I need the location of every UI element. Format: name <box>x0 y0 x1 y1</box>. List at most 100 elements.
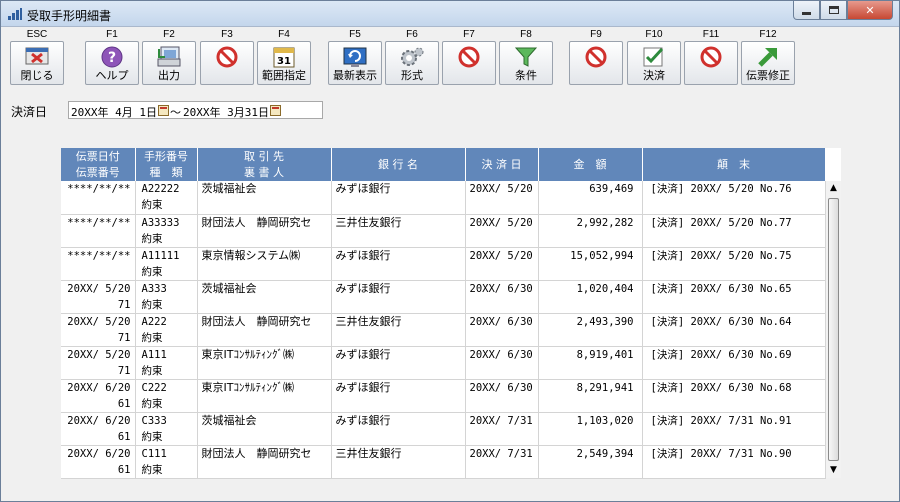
table-cell: 東京情報システム㈱ <box>197 247 332 281</box>
column-header[interactable]: 金 額 <box>538 148 643 181</box>
scroll-up-icon[interactable]: ▲ <box>828 183 839 194</box>
table-row[interactable]: 20XX/ 6/20 61 C222 約束 東京ITｺﾝｻﾙﾃｨﾝｸﾞ㈱ みずほ銀行 20X… <box>61 379 826 413</box>
table-cell: 東京ITｺﾝｻﾙﾃｨﾝｸﾞ㈱ <box>197 346 332 380</box>
disabled-icon <box>697 45 725 69</box>
close-window-button[interactable]: ✕ <box>847 1 893 20</box>
settlement-date-label: 決済日 <box>11 105 48 119</box>
key-label: F7 <box>463 29 475 40</box>
table-cell: 2,992,282 <box>538 214 643 248</box>
bill-grid: 伝票日付 伝票番号 手形番号種 類取 引 先裏 書 人銀 行 名決 済 日 金 額 顛 … <box>61 148 841 479</box>
cell-partner: 東京情報システム㈱ <box>201 248 301 262</box>
table-cell: 20XX/ 5/20 <box>465 214 539 248</box>
column-header[interactable]: 銀 行 名 <box>331 148 466 181</box>
cell-kind: 約束 <box>141 331 163 344</box>
f7-button-label <box>443 69 495 83</box>
cell-slip <box>65 264 131 280</box>
refresh-button[interactable]: 最新表示 <box>328 41 382 85</box>
toolbar-item-f12: F12 伝票修正 <box>740 28 796 86</box>
disabled-icon <box>582 45 610 69</box>
svg-text:?: ? <box>108 50 116 66</box>
cell-partner: 茨城福祉会 <box>201 182 257 195</box>
cell-no: A333 <box>141 282 167 295</box>
cell-no: A111 <box>141 348 167 361</box>
table-cell: [決済] 20XX/ 6/30 No.68 <box>642 379 826 413</box>
vertical-scrollbar[interactable]: ▲ ▼ <box>825 181 841 478</box>
cell-kdate: 20XX/ 5/20 <box>469 216 533 229</box>
toolbar-item-f8: F8 条件 <box>498 28 554 86</box>
table-cell: 20XX/ 6/30 <box>465 313 539 347</box>
column-header-label: 金 額 <box>573 157 607 171</box>
close-icon <box>23 45 51 69</box>
column-header[interactable]: 決 済 日 <box>465 148 539 181</box>
f3-button[interactable] <box>200 41 254 85</box>
function-key-toolbar: ESC 閉じる F1 ? ヘルプ F2 出力 F3 F4 31 範囲指定 F5 … <box>1 28 899 88</box>
slip-edit-button[interactable]: 伝票修正 <box>741 41 795 85</box>
cell-slip: 71 <box>117 298 131 311</box>
table-row[interactable]: ****/**/** A22222 約束 茨城福祉会 みずほ銀行 20XX/ 5/20 63… <box>61 181 826 215</box>
column-header-label: 手形番号 <box>144 149 188 163</box>
table-cell: [決済] 20XX/ 5/20 No.75 <box>642 247 826 281</box>
settle-button[interactable]: 決済 <box>627 41 681 85</box>
toolbar-item-f1: F1 ? ヘルプ <box>84 28 140 86</box>
table-cell: 20XX/ 6/30 <box>465 280 539 314</box>
table-row[interactable]: ****/**/** A11111 約束 東京情報システム㈱ みずほ銀行 20XX/ 5/… <box>61 247 826 281</box>
maximize-icon <box>828 6 839 14</box>
table-row[interactable]: 20XX/ 6/20 61 C333 約束 茨城福祉会 みずほ銀行 20XX/ 7/31 1,… <box>61 412 826 446</box>
bill-table: 伝票日付 伝票番号 手形番号種 類取 引 先裏 書 人銀 行 名決 済 日 金 額 顛 … <box>61 148 826 479</box>
cell-date: 20XX/ 5/20 <box>67 315 131 328</box>
key-label: F9 <box>590 29 602 40</box>
cell-bank: みずほ銀行 <box>335 347 391 361</box>
condition-button[interactable]: 条件 <box>499 41 553 85</box>
filter-icon <box>512 45 540 69</box>
cell-partner: 茨城福祉会 <box>201 281 257 295</box>
cell-desc: [決済] 20XX/ 5/20 No.75 <box>650 249 792 262</box>
table-row[interactable]: ****/**/** A33333 約束 財団法人 静岡研究セ 三井住友銀行 20XX/ … <box>61 214 826 248</box>
settle-button-label: 決済 <box>643 69 665 82</box>
format-button[interactable]: 形式 <box>385 41 439 85</box>
cell-slip: 61 <box>117 397 131 410</box>
minimize-button[interactable] <box>793 1 820 20</box>
cell-desc: [決済] 20XX/ 6/30 No.68 <box>650 381 792 394</box>
table-row[interactable]: 20XX/ 5/20 71 A222 約束 財団法人 静岡研究セ 三井住友銀行 20XX/ … <box>61 313 826 347</box>
table-cell: 20XX/ 7/31 <box>465 445 539 479</box>
table-cell: A22222 約束 <box>135 181 198 215</box>
close-button[interactable]: 閉じる <box>10 41 64 85</box>
table-row[interactable]: 20XX/ 6/20 61 C111 約束 財団法人 静岡研究セ 三井住友銀行 20XX/ … <box>61 445 826 479</box>
table-cell: みずほ銀行 <box>331 379 466 413</box>
date-range-field[interactable]: 20XX年 4月 1日 ～ 20XX年 3月31日 <box>68 101 323 119</box>
range-button[interactable]: 31 範囲指定 <box>257 41 311 85</box>
table-cell: 三井住友銀行 <box>331 445 466 479</box>
cell-kdate: 20XX/ 6/30 <box>469 315 533 328</box>
column-header[interactable]: 取 引 先裏 書 人 <box>197 148 332 181</box>
f7-button[interactable] <box>442 41 496 85</box>
minimize-icon <box>802 11 811 15</box>
cell-kind: 約束 <box>141 199 163 211</box>
checkmark-icon <box>640 45 668 69</box>
column-header[interactable]: 伝票日付 伝票番号 <box>61 148 136 181</box>
help-button[interactable]: ? ヘルプ <box>85 41 139 85</box>
table-row[interactable]: 20XX/ 5/20 71 A111 約束 東京ITｺﾝｻﾙﾃｨﾝｸﾞ㈱ みずほ銀行 20X… <box>61 346 826 380</box>
f11-button-label <box>685 69 737 83</box>
scroll-down-icon[interactable]: ▼ <box>828 465 839 476</box>
table-cell: 20XX/ 6/30 <box>465 379 539 413</box>
f9-button[interactable] <box>569 41 623 85</box>
calendar-from-icon[interactable] <box>158 105 169 116</box>
scroll-thumb[interactable] <box>828 198 839 461</box>
column-header-label: 裏 書 人 <box>244 165 284 179</box>
maximize-button[interactable] <box>820 1 847 20</box>
output-icon <box>155 45 183 69</box>
cell-amount: 8,919,401 <box>576 348 634 361</box>
calendar-to-icon[interactable] <box>270 105 281 116</box>
f11-button[interactable] <box>684 41 738 85</box>
table-cell: 20XX/ 5/20 <box>465 181 539 215</box>
column-header[interactable]: 顛 末 <box>642 148 826 181</box>
date-from[interactable]: 20XX年 4月 1日 <box>71 104 157 120</box>
cell-kind: 約束 <box>141 430 163 443</box>
column-header-label: 顛 末 <box>717 157 750 171</box>
output-button[interactable]: 出力 <box>142 41 196 85</box>
date-to[interactable]: 20XX年 3月31日 <box>183 104 269 120</box>
column-header[interactable]: 手形番号種 類 <box>135 148 198 181</box>
app-chart-icon <box>8 8 22 20</box>
table-row[interactable]: 20XX/ 5/20 71 A333 約束 茨城福祉会 みずほ銀行 20XX/ 6/30 1,… <box>61 280 826 314</box>
key-label: F2 <box>163 29 175 40</box>
